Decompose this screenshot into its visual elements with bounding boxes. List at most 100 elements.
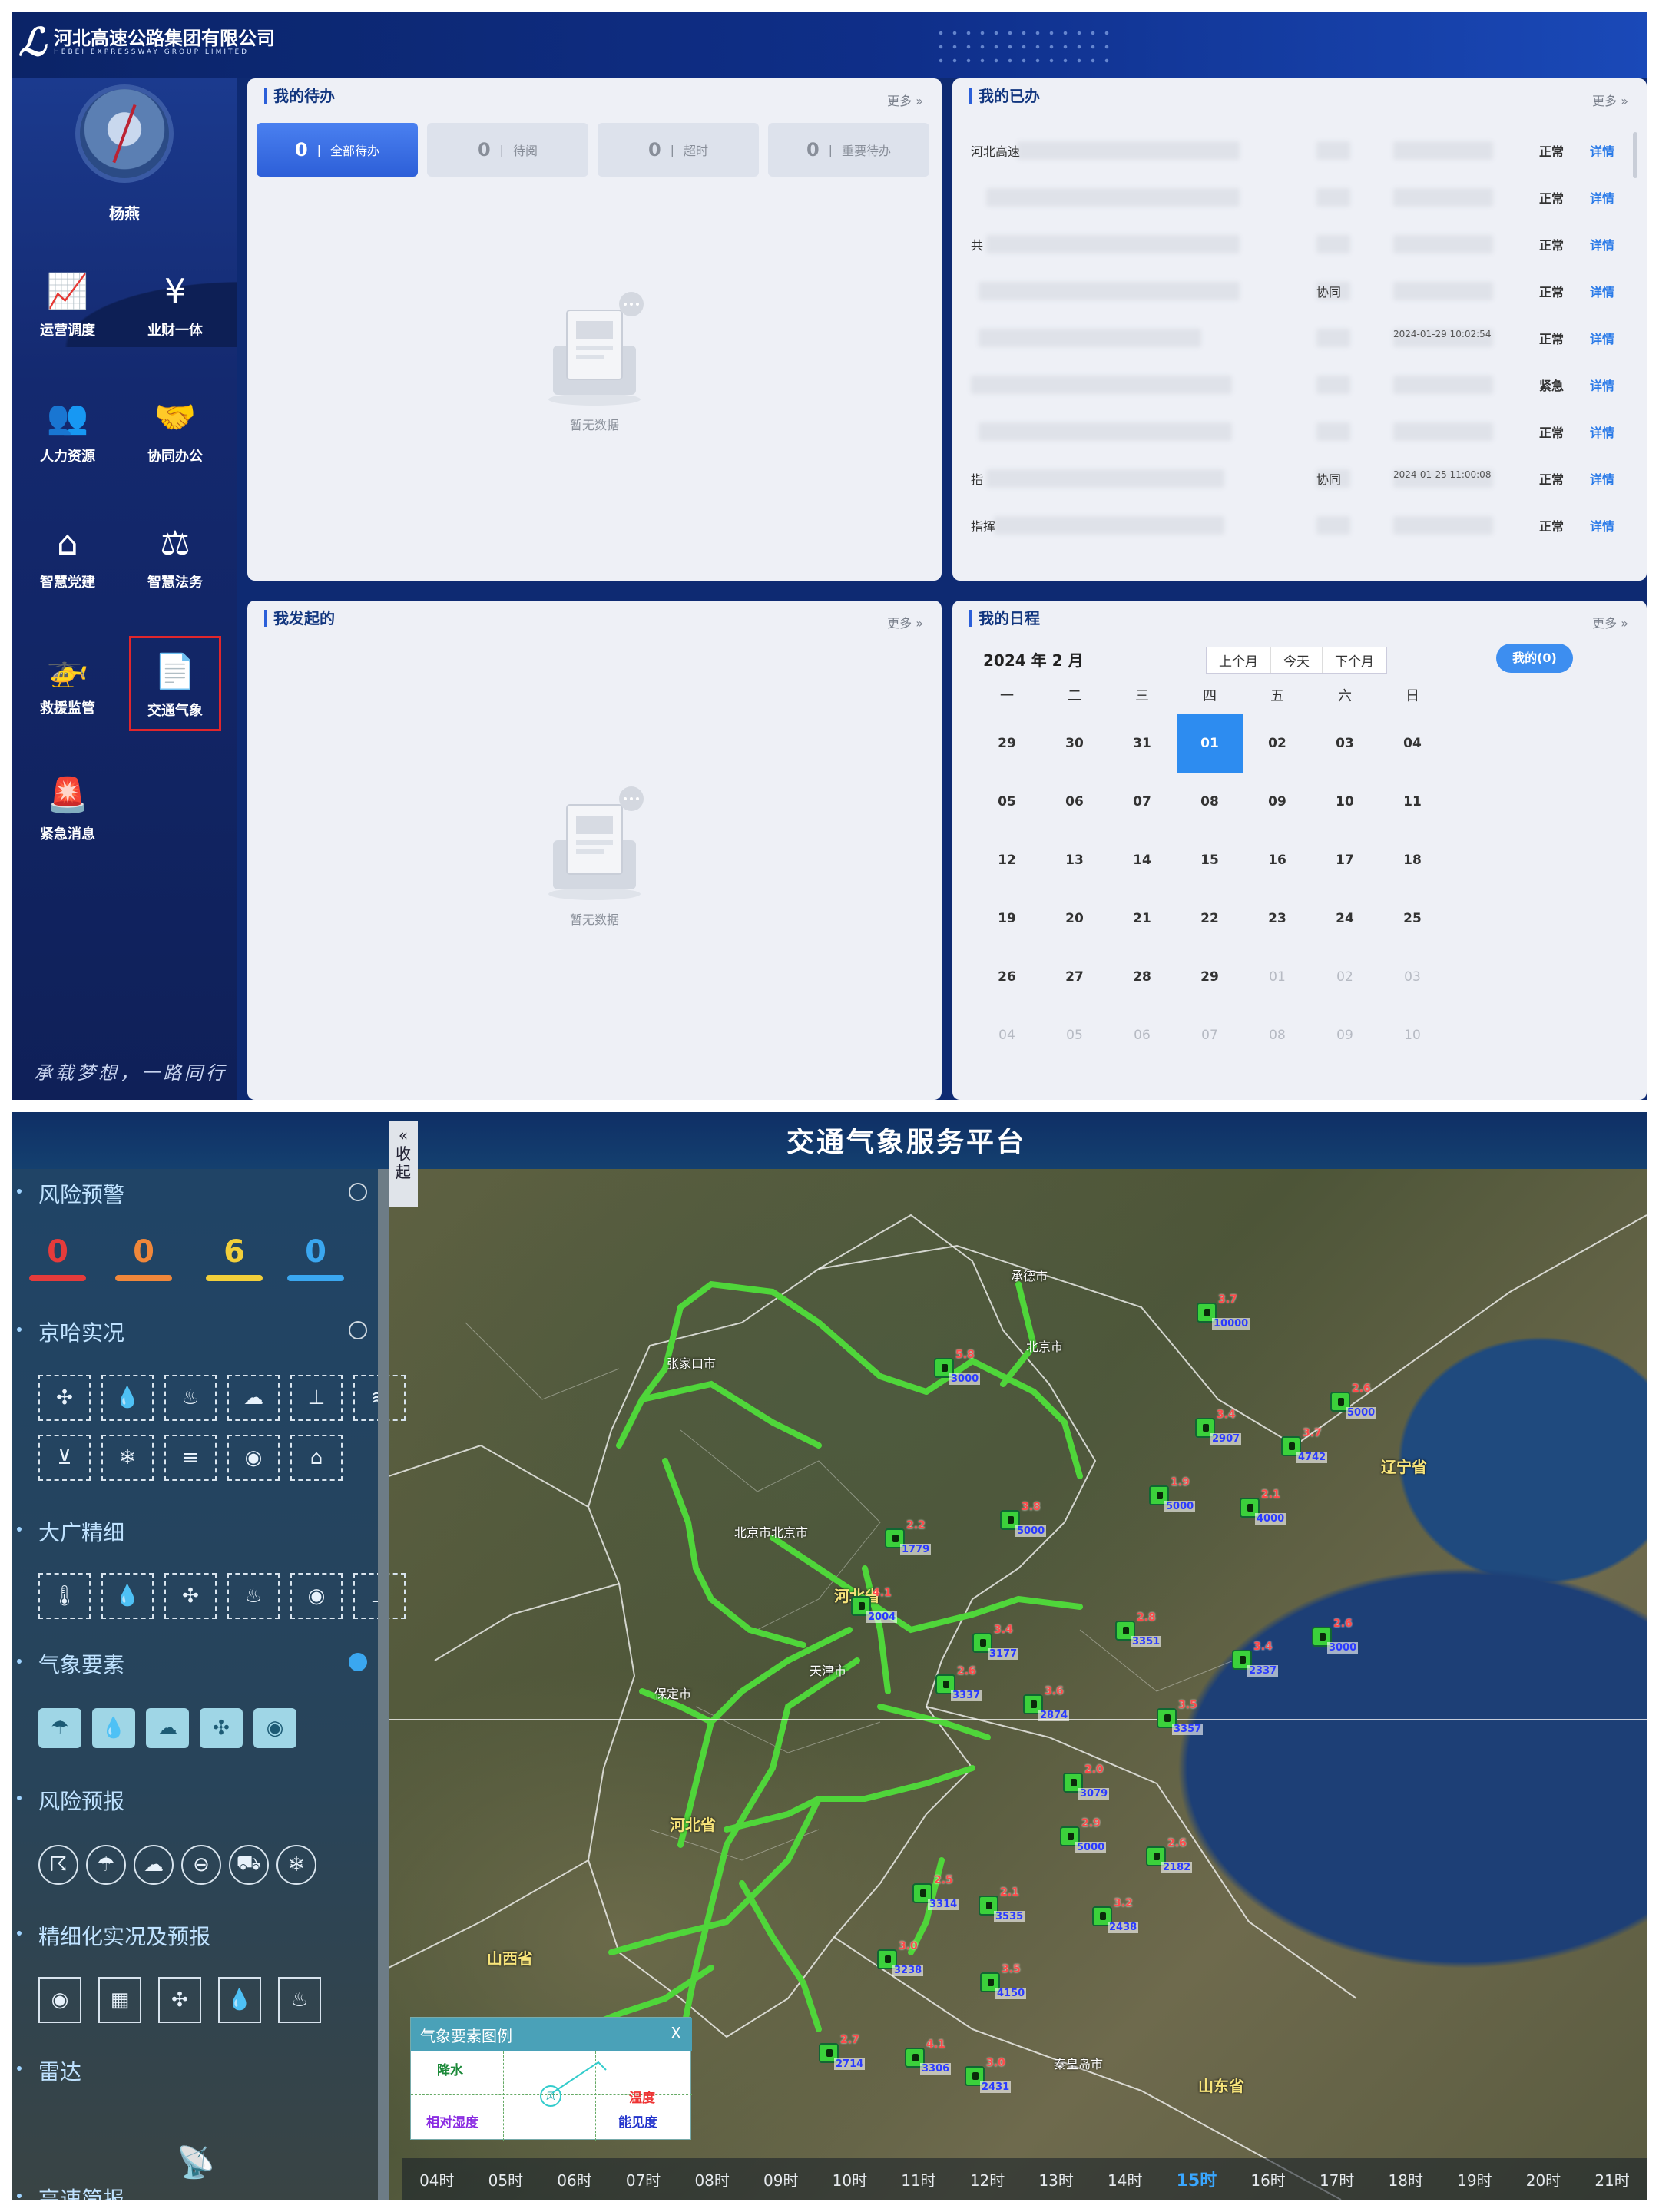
calendar-day[interactable]: 08 (1177, 773, 1243, 831)
table-row[interactable]: 正常 详情 (971, 185, 1639, 208)
company-logo[interactable]: ℒ 河北高速公路集团有限公司 HEBEI EXPRESSWAY GROUP LI… (18, 23, 275, 61)
visibility-eye-icon[interactable]: ◉ (227, 1435, 280, 1481)
hour-tick[interactable]: 11时 (901, 2168, 935, 2190)
todo-tab[interactable]: 0 | 超时 (598, 123, 759, 177)
hour-tick[interactable]: 09时 (763, 2168, 798, 2190)
calendar-day[interactable]: 26 (974, 948, 1040, 1006)
table-row[interactable]: 河北高速 正常 详情 (971, 138, 1639, 161)
nav-item[interactable]: 📈 运营调度 (22, 258, 114, 353)
wind-icon[interactable]: ✣ (158, 1977, 201, 2023)
radar-dish-icon[interactable]: 📡 (177, 2144, 215, 2181)
hour-tick[interactable]: 04时 (419, 2168, 454, 2190)
calendar-day[interactable]: 04 (974, 1006, 1040, 1065)
calendar-day[interactable]: 20 (1041, 889, 1108, 948)
todo-more-link[interactable]: 更多 » (887, 91, 923, 109)
today-button[interactable]: 今天 (1270, 647, 1322, 673)
section-daguang[interactable]: 大广精细 (12, 1512, 378, 1547)
calendar-day[interactable]: 27 (1041, 948, 1108, 1006)
nav-item[interactable]: 🚁 救援监管 (22, 636, 114, 731)
hour-tick[interactable]: 08时 (694, 2168, 729, 2190)
calendar-day[interactable]: 10 (1312, 773, 1378, 831)
rain-drop-icon[interactable]: 💧 (218, 1977, 261, 2023)
next-month-button[interactable]: 下个月 (1322, 647, 1386, 673)
water-level-icon[interactable]: ⊻ (38, 1435, 91, 1481)
section-risk-warning[interactable]: 风险预警 (12, 1174, 378, 1209)
nav-item[interactable]: ⚖ 智慧法务 (129, 510, 221, 605)
calendar-day[interactable]: 19 (974, 889, 1040, 948)
calendar-day[interactable]: 12 (974, 831, 1040, 889)
visibility-eye-icon[interactable]: ◉ (38, 1977, 81, 2023)
hour-tick[interactable]: 12时 (970, 2168, 1005, 2190)
calendar-day[interactable]: 21 (1109, 889, 1175, 948)
calendar-day[interactable]: 09 (1312, 1006, 1378, 1065)
calendar-day[interactable]: 30 (1041, 714, 1108, 773)
row-detail-link[interactable]: 详情 (1590, 329, 1614, 347)
table-row[interactable]: 正常 详情 (971, 419, 1639, 442)
rain-drop-icon[interactable]: 💧 (101, 1573, 154, 1619)
row-detail-link[interactable]: 详情 (1590, 422, 1614, 441)
thermometer-icon[interactable]: 🌡 (38, 1573, 91, 1619)
nav-item[interactable]: ¥ 业财一体 (129, 258, 221, 353)
row-detail-link[interactable]: 详情 (1590, 516, 1614, 535)
rain-drop-icon[interactable]: 💧 (101, 1375, 154, 1421)
section-toggle[interactable] (349, 1183, 367, 1201)
calendar-day[interactable]: 23 (1244, 889, 1310, 948)
nav-item[interactable]: 🚨 紧急消息 (22, 762, 114, 857)
hour-tick[interactable]: 20时 (1526, 2168, 1561, 2190)
table-row[interactable]: 协同 正常 详情 (971, 279, 1639, 302)
schedule-more-link[interactable]: 更多 » (1592, 613, 1628, 631)
calendar-day[interactable]: 13 (1041, 831, 1108, 889)
road-temp-icon[interactable]: ⊥ (290, 1375, 343, 1421)
wind-icon[interactable]: ✣ (200, 1708, 243, 1748)
calendar-day[interactable]: 29 (974, 714, 1040, 773)
calendar-day[interactable]: 15 (1177, 831, 1243, 889)
calendar-day[interactable]: 06 (1041, 773, 1108, 831)
calendar-day[interactable]: 07 (1177, 1006, 1243, 1065)
warning-counter[interactable]: 0 (23, 1235, 92, 1281)
nav-item[interactable]: 📄 交通气象 (129, 636, 221, 731)
panel-splitter[interactable] (378, 1169, 389, 2200)
car-icon[interactable]: ⛟ (229, 1845, 269, 1885)
humidity-icon[interactable]: ♨ (278, 1977, 321, 2023)
humidity-icon[interactable]: ♨ (164, 1375, 217, 1421)
calendar-day[interactable]: 01 (1244, 948, 1310, 1006)
legend-close-button[interactable]: X (671, 2024, 681, 2042)
avatar[interactable] (75, 84, 174, 183)
collapse-panel-button[interactable]: « 收起 (389, 1121, 418, 1207)
section-elements[interactable]: 气象要素 (12, 1644, 378, 1679)
humidity-icon[interactable]: ☁ (146, 1708, 189, 1748)
todo-tab[interactable]: 0 | 待阅 (427, 123, 588, 177)
nav-item[interactable]: ⌂ 智慧党建 (22, 510, 114, 605)
table-row[interactable]: 指挥 正常 详情 (971, 513, 1639, 536)
humidity-icon[interactable]: ♨ (227, 1573, 280, 1619)
table-row[interactable]: 共 正常 详情 (971, 232, 1639, 255)
prev-month-button[interactable]: 上个月 (1207, 647, 1270, 673)
cloud-rain-icon[interactable]: ☁ (227, 1375, 280, 1421)
calendar-day[interactable]: 03 (1312, 714, 1378, 773)
calendar-day[interactable]: 09 (1244, 773, 1310, 831)
hour-tick[interactable]: 13时 (1038, 2168, 1073, 2190)
calendar-day[interactable]: 02 (1244, 714, 1310, 773)
calendar-day[interactable]: 02 (1312, 948, 1378, 1006)
hour-tick[interactable]: 07时 (626, 2168, 661, 2190)
hour-tick[interactable]: 19时 (1457, 2168, 1492, 2190)
hour-tick[interactable]: 14时 (1108, 2168, 1142, 2190)
fog-icon[interactable]: ≡ (164, 1435, 217, 1481)
calendar-day[interactable]: 22 (1177, 889, 1243, 948)
todo-tab[interactable]: 0 | 全部待办 (257, 123, 418, 177)
section-risk-forecast[interactable]: 风险预报 (12, 1780, 378, 1816)
visibility-eye-icon[interactable]: ◉ (290, 1573, 343, 1619)
calendar-day[interactable]: 16 (1244, 831, 1310, 889)
done-scrollbar[interactable] (1633, 132, 1637, 178)
hour-tick[interactable]: 16时 (1250, 2168, 1285, 2190)
ice-icon[interactable]: ❄ (276, 1845, 316, 1885)
snow-icon[interactable]: ❄ (101, 1435, 154, 1481)
calendar-day[interactable]: 05 (1041, 1006, 1108, 1065)
section-toggle[interactable] (349, 1653, 367, 1671)
calendar-day[interactable]: 07 (1109, 773, 1175, 831)
calendar-day[interactable]: 28 (1109, 948, 1175, 1006)
calendar-day[interactable]: 18 (1379, 831, 1445, 889)
calendar-day[interactable]: 14 (1109, 831, 1175, 889)
calendar-day[interactable]: 05 (974, 773, 1040, 831)
hour-tick[interactable]: 17时 (1320, 2168, 1354, 2190)
